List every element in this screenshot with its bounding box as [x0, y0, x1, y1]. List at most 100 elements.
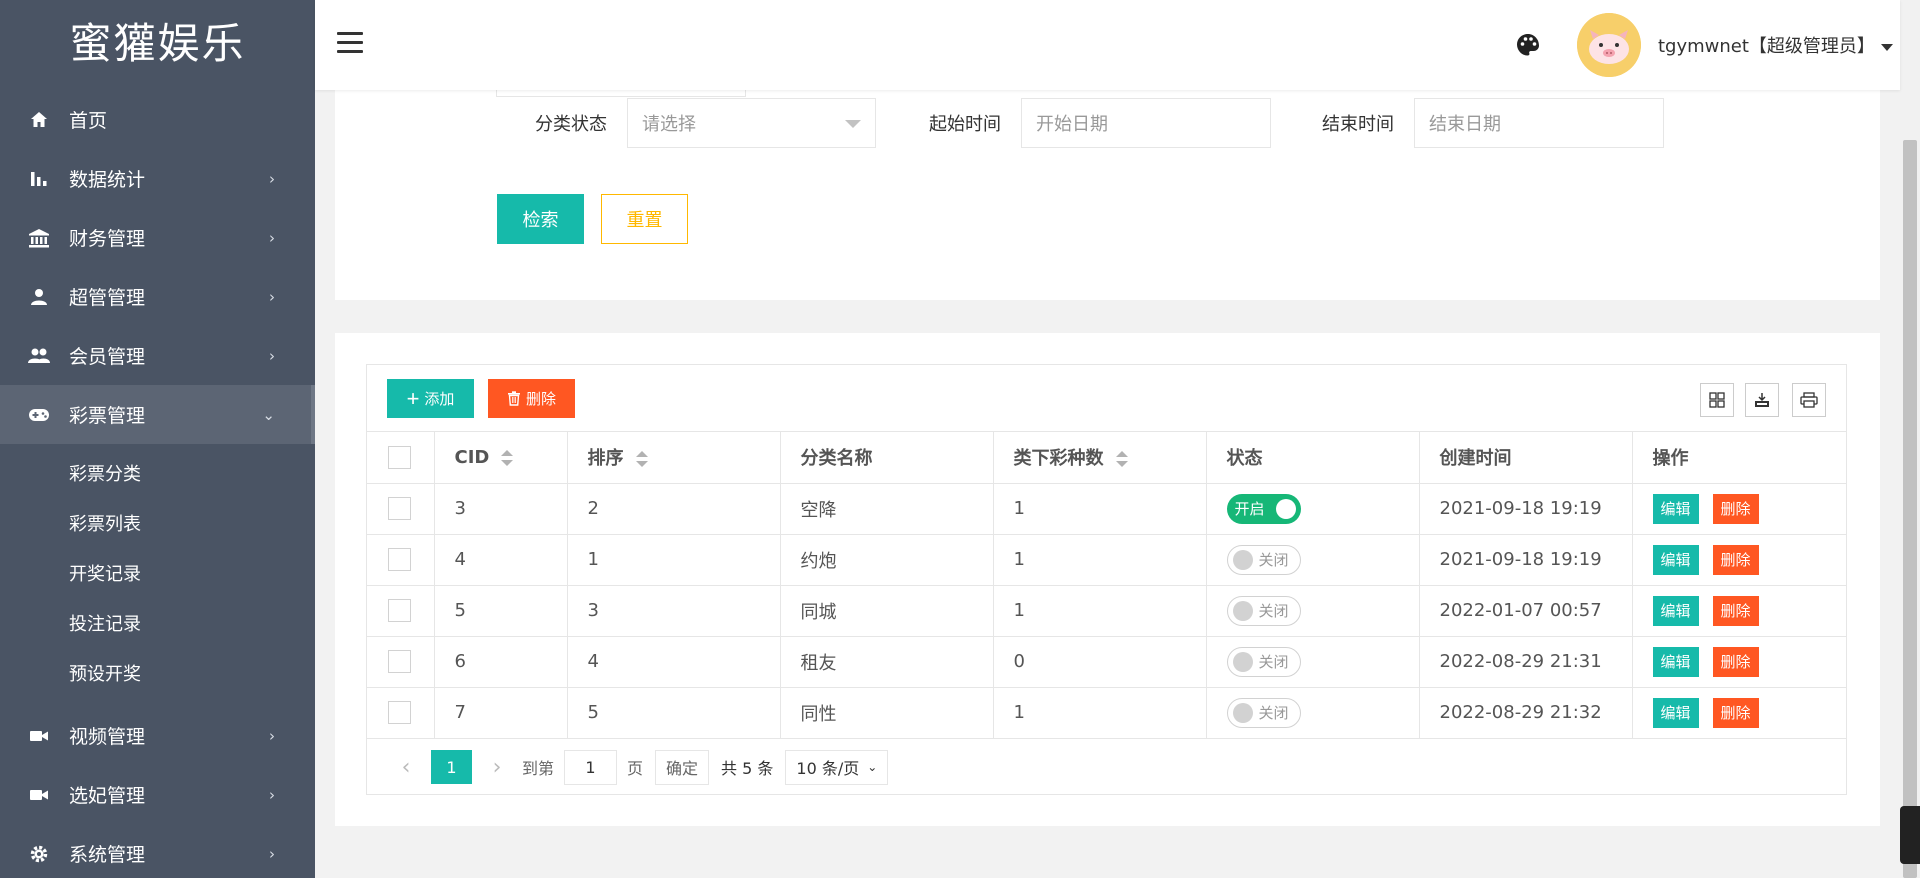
plus-icon: +: [406, 385, 420, 411]
page-unit-label: 页: [627, 759, 644, 778]
edit-button[interactable]: 编辑: [1652, 544, 1699, 575]
cell-name: 同性: [780, 687, 994, 739]
table-row: 6 4 租友 0 关闭 2022-08-29 21:31 编辑 删除: [367, 636, 1846, 688]
reset-button[interactable]: 重置: [601, 194, 688, 244]
floating-tool-tab[interactable]: [1900, 806, 1920, 864]
current-page-button[interactable]: 1: [431, 750, 472, 784]
sidebar-item-system[interactable]: 系统管理 ›: [0, 824, 315, 878]
sidebar-item-admins[interactable]: 超管管理 ›: [0, 267, 315, 326]
video-icon: [28, 725, 50, 747]
prev-page-icon[interactable]: ‹: [387, 755, 425, 780]
sort-icon[interactable]: [635, 451, 648, 468]
goto-label: 到第: [522, 759, 555, 778]
sidebar-item-home[interactable]: 首页: [0, 90, 315, 149]
table-panel: + 添加 删除 CID 排序 分类名称 类下彩种数 状态 创建时间 操作 3 2…: [335, 333, 1880, 826]
start-date-filter: 起始时间 开始日期: [929, 98, 1271, 148]
user-menu[interactable]: tgymwnet【超级管理员】: [1658, 32, 1893, 58]
chevron-right-icon: ›: [269, 844, 275, 863]
column-header-cid[interactable]: CID: [434, 432, 568, 484]
sidebar-item-members[interactable]: 会员管理 ›: [0, 326, 315, 385]
column-filter-icon[interactable]: [1700, 383, 1734, 417]
status-filter: 分类状态 请选择: [535, 98, 876, 148]
edit-button[interactable]: 编辑: [1652, 595, 1699, 626]
sidebar-item-video[interactable]: 视频管理 ›: [0, 706, 315, 765]
brand-title: 蜜獾娱乐: [69, 19, 246, 68]
group-icon: [28, 345, 50, 367]
status-toggle[interactable]: 关闭: [1226, 697, 1301, 728]
chevron-right-icon: ›: [269, 287, 275, 306]
submenu-item-lottery-category[interactable]: 彩票分类: [0, 450, 315, 500]
batch-delete-button[interactable]: 删除: [488, 379, 575, 418]
switch-knob: [1232, 702, 1253, 723]
cell-created: 2021-09-18 19:19: [1419, 483, 1633, 535]
submenu-item-bet-records[interactable]: 投注记录: [0, 600, 315, 650]
delete-button[interactable]: 删除: [1712, 493, 1759, 524]
status-label: 分类状态: [535, 114, 607, 135]
status-toggle[interactable]: 关闭: [1226, 544, 1301, 575]
sidebar-item-finance[interactable]: 财务管理 ›: [0, 208, 315, 267]
column-header-actions: 操作: [1632, 432, 1846, 484]
row-checkbox[interactable]: [388, 650, 411, 673]
palette-icon[interactable]: [1515, 32, 1541, 58]
submenu-item-lottery-list[interactable]: 彩票列表: [0, 500, 315, 550]
page-scrollbar[interactable]: [1900, 0, 1920, 878]
menu-toggle-icon[interactable]: [337, 32, 363, 54]
sort-icon[interactable]: [501, 449, 514, 466]
scrollbar-thumb[interactable]: [1903, 140, 1917, 878]
search-button[interactable]: 检索: [497, 194, 584, 244]
sidebar-item-label: 会员管理: [69, 346, 146, 368]
column-header-count[interactable]: 类下彩种数: [993, 432, 1207, 484]
edit-button[interactable]: 编辑: [1652, 646, 1699, 677]
sidebar-item-label: 选妃管理: [69, 785, 146, 807]
switch-knob: [1232, 600, 1253, 621]
chevron-right-icon: ›: [269, 726, 275, 745]
next-page-icon[interactable]: ›: [478, 755, 516, 780]
sidebar-item-statistics[interactable]: 数据统计 ›: [0, 149, 315, 208]
avatar[interactable]: [1577, 13, 1641, 77]
row-checkbox[interactable]: [388, 701, 411, 724]
select-all-checkbox[interactable]: [388, 445, 411, 469]
print-icon[interactable]: [1792, 383, 1826, 417]
status-toggle[interactable]: 关闭: [1226, 646, 1301, 677]
end-date-label: 结束时间: [1322, 114, 1394, 135]
chevron-right-icon: ›: [269, 346, 275, 365]
row-checkbox[interactable]: [388, 548, 411, 571]
goto-confirm-button[interactable]: 确定: [655, 749, 710, 785]
page-size-select[interactable]: 10 条/页 ⌄: [785, 749, 889, 785]
submenu-item-preset-draw[interactable]: 预设开奖: [0, 650, 315, 700]
row-checkbox[interactable]: [388, 497, 411, 520]
status-select[interactable]: 请选择: [627, 98, 876, 148]
end-date-input[interactable]: 结束日期: [1414, 98, 1664, 148]
delete-button[interactable]: 删除: [1712, 646, 1759, 677]
table-row: 7 5 同性 1 关闭 2022-08-29 21:32 编辑 删除: [367, 687, 1846, 739]
add-button-label: 添加: [424, 391, 455, 408]
delete-button[interactable]: 删除: [1712, 697, 1759, 728]
delete-button[interactable]: 删除: [1712, 595, 1759, 626]
sidebar-item-label: 首页: [69, 110, 108, 132]
column-header-created: 创建时间: [1419, 432, 1633, 484]
sort-icon[interactable]: [1115, 451, 1128, 468]
home-icon: [28, 109, 50, 131]
sidebar-item-concubine[interactable]: 选妃管理 ›: [0, 765, 315, 824]
cell-name: 同城: [780, 585, 994, 637]
cell-name: 租友: [780, 636, 994, 688]
delete-button[interactable]: 删除: [1712, 544, 1759, 575]
row-checkbox[interactable]: [388, 599, 411, 622]
top-header: tgymwnet【超级管理员】: [315, 0, 1900, 90]
edit-button[interactable]: 编辑: [1652, 697, 1699, 728]
start-date-input[interactable]: 开始日期: [1021, 98, 1271, 148]
export-icon[interactable]: [1745, 383, 1779, 417]
goto-page-input[interactable]: 1: [564, 749, 618, 785]
column-header-status: 状态: [1206, 432, 1420, 484]
status-toggle[interactable]: 开启: [1226, 493, 1301, 524]
status-toggle[interactable]: 关闭: [1226, 595, 1301, 626]
data-table-container: + 添加 删除 CID 排序 分类名称 类下彩种数 状态 创建时间 操作 3 2…: [366, 364, 1847, 795]
sidebar-item-lottery[interactable]: 彩票管理 ⌄: [0, 385, 315, 444]
status-select-placeholder: 请选择: [642, 114, 696, 135]
cell-sort: 1: [567, 534, 781, 586]
add-button[interactable]: + 添加: [387, 379, 474, 418]
cell-count: 0: [993, 636, 1207, 688]
edit-button[interactable]: 编辑: [1652, 493, 1699, 524]
submenu-item-draw-records[interactable]: 开奖记录: [0, 550, 315, 600]
column-header-sort[interactable]: 排序: [567, 432, 781, 484]
